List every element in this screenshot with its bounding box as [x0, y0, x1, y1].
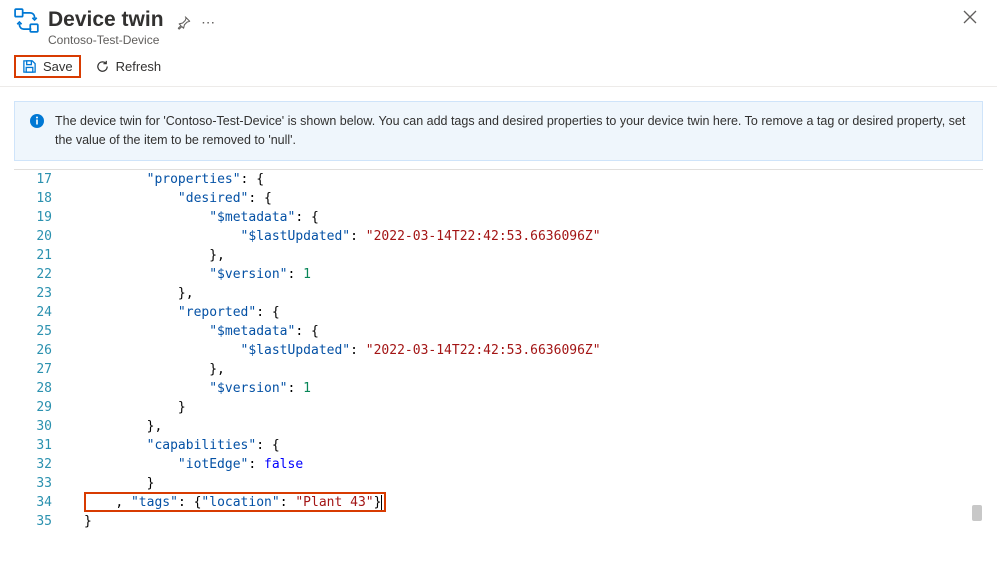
line-number: 34 — [14, 493, 70, 512]
code-content[interactable]: } — [84, 398, 983, 417]
code-content[interactable]: "properties": { — [84, 170, 983, 189]
fold-gutter — [70, 436, 84, 455]
code-content[interactable]: "$version": 1 — [84, 265, 983, 284]
fold-gutter — [70, 379, 84, 398]
fold-gutter — [70, 303, 84, 322]
fold-gutter — [70, 284, 84, 303]
line-number: 17 — [14, 170, 70, 189]
code-line[interactable]: 19 "$metadata": { — [14, 208, 983, 227]
line-number: 24 — [14, 303, 70, 322]
fold-gutter — [70, 417, 84, 436]
line-number: 21 — [14, 246, 70, 265]
info-banner: The device twin for 'Contoso-Test-Device… — [14, 101, 983, 161]
line-number: 30 — [14, 417, 70, 436]
toolbar: Save Refresh — [0, 47, 997, 87]
fold-gutter — [70, 322, 84, 341]
fold-gutter — [70, 227, 84, 246]
refresh-label: Refresh — [116, 59, 162, 74]
page-title: Device twin — [48, 8, 164, 31]
fold-gutter — [70, 512, 84, 531]
line-number: 32 — [14, 455, 70, 474]
code-line[interactable]: 29 } — [14, 398, 983, 417]
code-content[interactable]: "iotEdge": false — [84, 455, 983, 474]
code-line[interactable]: 33 } — [14, 474, 983, 493]
text-caret — [381, 495, 382, 510]
code-line[interactable]: 20 "$lastUpdated": "2022-03-14T22:42:53.… — [14, 227, 983, 246]
device-twin-icon — [14, 8, 40, 34]
code-content[interactable]: "reported": { — [84, 303, 983, 322]
line-number: 27 — [14, 360, 70, 379]
code-content[interactable]: "$lastUpdated": "2022-03-14T22:42:53.663… — [84, 227, 983, 246]
code-line[interactable]: 34 , "tags": {"location": "Plant 43"} — [14, 493, 983, 512]
code-content[interactable]: "$lastUpdated": "2022-03-14T22:42:53.663… — [84, 341, 983, 360]
line-number: 23 — [14, 284, 70, 303]
code-line[interactable]: 28 "$version": 1 — [14, 379, 983, 398]
code-content[interactable]: } — [84, 512, 983, 531]
code-content[interactable]: }, — [84, 360, 983, 379]
code-line[interactable]: 31 "capabilities": { — [14, 436, 983, 455]
refresh-icon — [95, 59, 110, 74]
fold-gutter — [70, 474, 84, 493]
fold-gutter — [70, 189, 84, 208]
code-line[interactable]: 25 "$metadata": { — [14, 322, 983, 341]
fold-gutter — [70, 208, 84, 227]
code-content[interactable]: }, — [84, 417, 983, 436]
refresh-button[interactable]: Refresh — [89, 56, 168, 77]
fold-gutter — [70, 360, 84, 379]
line-number: 35 — [14, 512, 70, 531]
code-line[interactable]: 35} — [14, 512, 983, 531]
page-header: Device twin ⋯ Contoso-Test-Device — [0, 0, 997, 47]
code-content[interactable]: }, — [84, 246, 983, 265]
code-content[interactable]: }, — [84, 284, 983, 303]
fold-gutter — [70, 455, 84, 474]
code-content[interactable]: , "tags": {"location": "Plant 43"} — [84, 493, 983, 512]
line-number: 20 — [14, 227, 70, 246]
fold-gutter — [70, 341, 84, 360]
line-number: 18 — [14, 189, 70, 208]
fold-gutter — [70, 398, 84, 417]
pin-icon[interactable] — [177, 16, 191, 30]
info-text: The device twin for 'Contoso-Test-Device… — [55, 112, 968, 150]
more-icon[interactable]: ⋯ — [201, 14, 216, 31]
fold-gutter — [70, 265, 84, 284]
code-line[interactable]: 24 "reported": { — [14, 303, 983, 322]
line-number: 25 — [14, 322, 70, 341]
code-line[interactable]: 18 "desired": { — [14, 189, 983, 208]
code-line[interactable]: 22 "$version": 1 — [14, 265, 983, 284]
line-number: 22 — [14, 265, 70, 284]
fold-gutter — [70, 493, 84, 512]
code-content[interactable]: "capabilities": { — [84, 436, 983, 455]
code-content[interactable]: "$metadata": { — [84, 208, 983, 227]
line-number: 19 — [14, 208, 70, 227]
code-line[interactable]: 32 "iotEdge": false — [14, 455, 983, 474]
code-line[interactable]: 27 }, — [14, 360, 983, 379]
code-content[interactable]: "$metadata": { — [84, 322, 983, 341]
save-button[interactable]: Save — [14, 55, 81, 78]
code-content[interactable]: } — [84, 474, 983, 493]
code-line[interactable]: 17 "properties": { — [14, 170, 983, 189]
save-label: Save — [43, 59, 73, 74]
fold-gutter — [70, 246, 84, 265]
code-line[interactable]: 26 "$lastUpdated": "2022-03-14T22:42:53.… — [14, 341, 983, 360]
code-line[interactable]: 23 }, — [14, 284, 983, 303]
code-content[interactable]: "desired": { — [84, 189, 983, 208]
json-editor[interactable]: 17 "properties": {18 "desired": {19 "$me… — [14, 169, 983, 531]
fold-gutter — [70, 170, 84, 189]
line-number: 28 — [14, 379, 70, 398]
code-content[interactable]: "$version": 1 — [84, 379, 983, 398]
close-icon[interactable] — [963, 10, 977, 24]
line-number: 33 — [14, 474, 70, 493]
line-number: 29 — [14, 398, 70, 417]
save-icon — [22, 59, 37, 74]
code-line[interactable]: 30 }, — [14, 417, 983, 436]
info-icon — [29, 113, 45, 129]
page-subtitle: Contoso-Test-Device — [48, 33, 983, 47]
code-line[interactable]: 21 }, — [14, 246, 983, 265]
line-number: 26 — [14, 341, 70, 360]
line-number: 31 — [14, 436, 70, 455]
